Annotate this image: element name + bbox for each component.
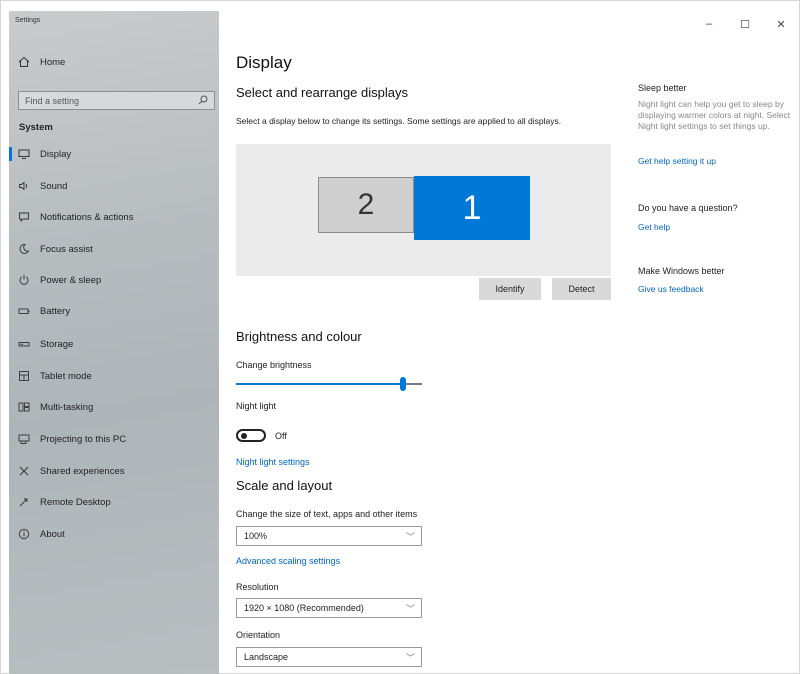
sidebar-item-battery[interactable]: Battery	[9, 298, 219, 324]
sidebar-item-focus-assist[interactable]: Focus assist	[9, 236, 219, 262]
slider-track	[406, 383, 422, 385]
info-icon	[17, 527, 31, 541]
feedback-link[interactable]: Give us feedback	[638, 284, 704, 294]
sidebar-item-label: Storage	[40, 338, 74, 350]
dropdown-value: 1920 × 1080 (Recommended)	[244, 603, 364, 613]
brightness-heading: Brightness and colour	[236, 329, 362, 344]
identify-button[interactable]: Identify	[479, 278, 541, 300]
chevron-down-icon: ﹀	[405, 652, 415, 663]
multitask-icon	[17, 400, 31, 414]
chevron-down-icon: ﹀	[405, 531, 415, 542]
sleep-better-text: Night light can help you get to sleep by…	[638, 99, 791, 131]
orientation-label: Orientation	[236, 630, 281, 640]
windows-better-heading: Make Windows better	[638, 266, 725, 276]
search-placeholder: Find a setting	[25, 95, 80, 106]
sidebar-item-notifications[interactable]: Notifications & actions	[9, 204, 219, 230]
battery-icon	[17, 304, 31, 318]
monitor-icon	[17, 147, 31, 161]
night-light-toggle[interactable]	[236, 429, 266, 442]
tablet-icon	[17, 369, 31, 383]
sidebar-item-label: Tablet mode	[40, 370, 92, 382]
sidebar-item-label: Shared experiences	[40, 465, 125, 477]
sidebar-item-sound[interactable]: Sound	[9, 173, 219, 199]
notification-icon	[17, 210, 31, 224]
get-help-link[interactable]: Get help	[638, 222, 670, 232]
search-input[interactable]: Find a setting	[18, 91, 215, 110]
display-arrangement-area: 2 1	[236, 144, 611, 276]
orientation-dropdown[interactable]: Landscape ﹀	[236, 647, 422, 667]
monitor-1-tile[interactable]: 1	[414, 176, 530, 240]
sidebar-item-label: Display	[40, 148, 72, 160]
app-title: Settings	[15, 17, 41, 24]
question-heading: Do you have a question?	[638, 203, 738, 213]
scale-heading: Scale and layout	[236, 478, 333, 493]
main-content: Display Select and rearrange displays Se…	[219, 11, 800, 674]
sidebar-item-label: Notifications & actions	[40, 211, 134, 223]
section-title: System	[19, 122, 53, 133]
dropdown-value: 100%	[244, 531, 268, 541]
advanced-scaling-link[interactable]: Advanced scaling settings	[236, 556, 340, 566]
sidebar-item-label: Sound	[40, 180, 68, 192]
dropdown-value: Landscape	[244, 652, 289, 662]
moon-icon	[17, 242, 31, 256]
detect-button[interactable]: Detect	[552, 278, 611, 300]
shared-icon	[17, 464, 31, 478]
sidebar-item-about[interactable]: About	[9, 521, 219, 547]
storage-icon	[17, 337, 31, 351]
home-icon	[17, 55, 31, 69]
settings-window: – ☐ ✕ Settings Home Find a setting Syste…	[0, 0, 800, 674]
sidebar-item-storage[interactable]: Storage	[9, 331, 219, 357]
rearrange-description: Select a display below to change its set…	[236, 116, 562, 126]
night-light-state: Off	[275, 431, 287, 441]
sidebar-item-display[interactable]: Display	[9, 141, 219, 167]
brightness-slider[interactable]	[236, 377, 422, 391]
resolution-dropdown[interactable]: 1920 × 1080 (Recommended) ﹀	[236, 598, 422, 618]
sidebar-item-remote-desktop[interactable]: Remote Desktop	[9, 489, 219, 515]
sidebar-item-label: Projecting to this PC	[40, 433, 127, 445]
power-icon	[17, 273, 31, 287]
brightness-label: Change brightness	[236, 360, 312, 370]
resolution-label: Resolution	[236, 582, 279, 592]
sidebar-item-multi-tasking[interactable]: Multi-tasking	[9, 394, 219, 420]
scale-dropdown[interactable]: 100% ﹀	[236, 526, 422, 546]
monitor-2-tile[interactable]: 2	[318, 177, 414, 233]
night-light-settings-link[interactable]: Night light settings	[236, 457, 310, 467]
slider-fill	[236, 383, 400, 385]
size-label: Change the size of text, apps and other …	[236, 509, 418, 519]
sidebar-item-label: Battery	[40, 305, 71, 317]
sidebar-item-label: Focus assist	[40, 243, 93, 255]
search-icon	[198, 95, 208, 107]
sidebar-item-label: Home	[40, 56, 66, 68]
projector-icon	[17, 432, 31, 446]
slider-thumb[interactable]	[400, 377, 406, 391]
page-title: Display	[236, 53, 292, 72]
sidebar-item-label: Remote Desktop	[40, 496, 111, 508]
chevron-down-icon: ﹀	[405, 603, 415, 614]
sidebar-item-home[interactable]: Home	[9, 49, 219, 75]
sidebar-item-tablet-mode[interactable]: Tablet mode	[9, 363, 219, 389]
sleep-better-heading: Sleep better	[638, 83, 687, 93]
night-light-label: Night light	[236, 401, 277, 411]
sidebar-item-label: About	[40, 528, 65, 540]
speaker-icon	[17, 179, 31, 193]
sidebar-item-power-sleep[interactable]: Power & sleep	[9, 267, 219, 293]
sidebar-item-shared-experiences[interactable]: Shared experiences	[9, 458, 219, 484]
sidebar-item-label: Power & sleep	[40, 274, 102, 286]
sidebar: Settings Home Find a setting System Disp…	[9, 11, 219, 674]
toggle-knob	[241, 433, 247, 439]
sidebar-item-projecting[interactable]: Projecting to this PC	[9, 426, 219, 452]
remote-icon	[17, 495, 31, 509]
rearrange-heading: Select and rearrange displays	[236, 85, 408, 100]
sleep-help-link[interactable]: Get help setting it up	[638, 156, 716, 166]
sidebar-item-label: Multi-tasking	[40, 401, 94, 413]
